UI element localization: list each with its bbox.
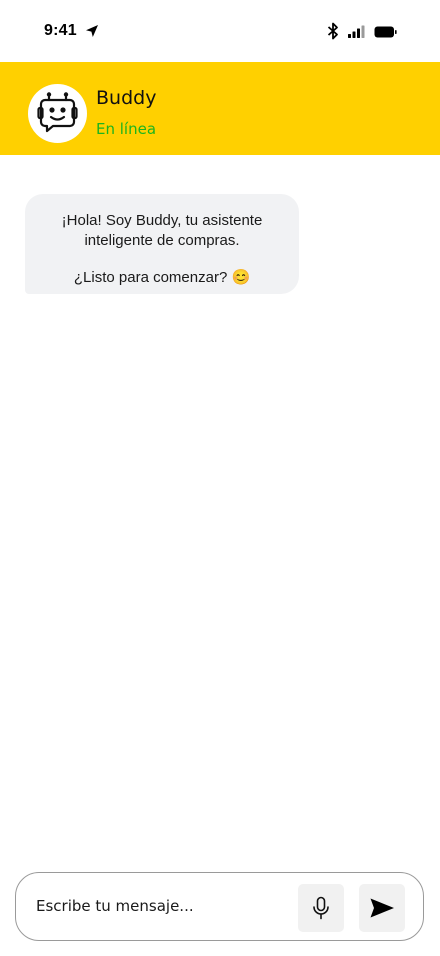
chat-screen: 9:41 Buddy En línea ¡Hola! Soy Buddy, tu…: [0, 0, 440, 956]
send-icon: [370, 898, 394, 918]
message-list: ¡Hola! Soy Buddy, tu asistente inteligen…: [0, 155, 440, 865]
message-input[interactable]: [36, 891, 286, 921]
signal-icon: [348, 25, 365, 38]
chat-header: Buddy En línea: [0, 62, 440, 155]
bot-name: Buddy: [96, 87, 157, 109]
bot-status: En línea: [96, 120, 157, 138]
status-bar: 9:41: [0, 0, 440, 62]
bluetooth-icon: [327, 22, 338, 40]
message-line: inteligente de compras.: [84, 232, 240, 249]
microphone-icon: [313, 896, 329, 920]
battery-icon: [374, 26, 397, 38]
robot-icon: [37, 92, 78, 133]
message-composer: [15, 872, 424, 941]
location-arrow-icon: [86, 25, 98, 37]
status-time: 9:41: [44, 22, 77, 39]
bot-message-bubble: ¡Hola! Soy Buddy, tu asistente inteligen…: [25, 194, 299, 294]
message-line: ¿Listo para comenzar? 😊: [73, 269, 251, 286]
bot-avatar[interactable]: [28, 84, 87, 143]
message-line: ¡Hola! Soy Buddy, tu asistente: [61, 212, 263, 229]
send-button[interactable]: [359, 884, 405, 932]
mic-button[interactable]: [298, 884, 344, 932]
